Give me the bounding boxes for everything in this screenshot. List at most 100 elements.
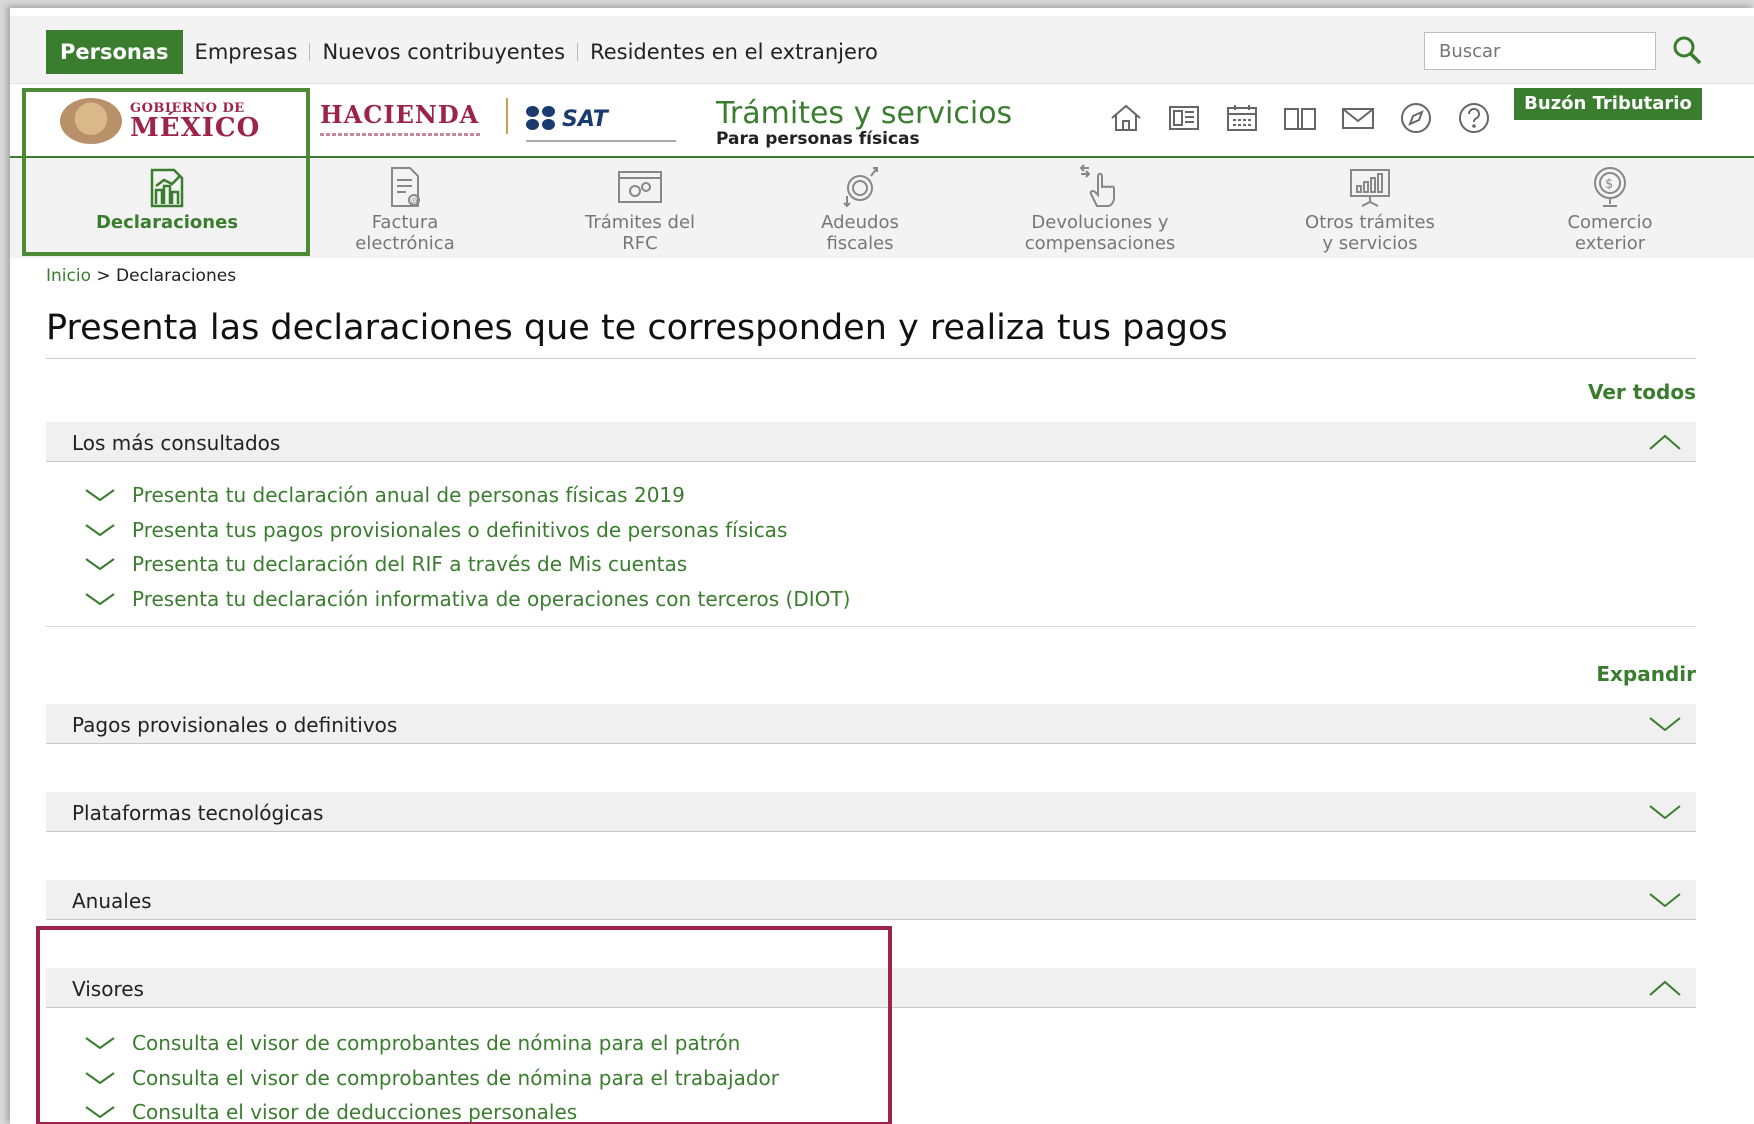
gobierno-mexico-logo[interactable]: GOBIERNO DE MÉXICO: [60, 96, 310, 146]
audience-tabs: Personas Empresas Nuevos contribuyentes …: [46, 30, 890, 74]
adeudos-icon: [843, 167, 878, 208]
nav-label-line1: Declaraciones: [95, 212, 239, 233]
list-item[interactable]: Presenta tu declaración del RIF a través…: [84, 547, 850, 582]
compass-icon[interactable]: [1398, 100, 1434, 136]
chevron-down-icon: [85, 1071, 115, 1084]
accordion-mas-consultados[interactable]: Los más consultados: [46, 422, 1696, 462]
otros-icon: [1350, 169, 1390, 207]
list-item[interactable]: Consulta el visor de comprobantes de nóm…: [84, 1026, 779, 1061]
list-item-link[interactable]: Presenta tu declaración del RIF a través…: [132, 552, 687, 576]
factura-icon: @: [391, 167, 420, 207]
breadcrumb-home-link[interactable]: Inicio: [46, 266, 91, 286]
nav-label-line2: compensaciones: [1024, 233, 1176, 254]
list-item[interactable]: Presenta tus pagos provisionales o defin…: [84, 513, 850, 548]
list-item[interactable]: Consulta el visor de comprobantes de nóm…: [84, 1061, 779, 1096]
chevron-down-icon[interactable]: [1648, 714, 1682, 734]
site-header: GOBIERNO DE MÉXICO HACIENDA SAT Trámites…: [10, 84, 1754, 158]
nav-item-declaraciones[interactable]: Declaraciones: [52, 158, 282, 258]
chevron-up-icon[interactable]: [1648, 978, 1682, 998]
nav-item-adeudos[interactable]: Adeudos fiscales: [770, 158, 950, 258]
nav-label-line2: exterior: [1574, 233, 1646, 254]
nav-item-factura[interactable]: @ Factura electrónica: [300, 158, 510, 258]
sat-dots-icon: [526, 106, 560, 132]
nav-label-line1: Factura: [371, 212, 439, 233]
list-item-link[interactable]: Presenta tu declaración anual de persona…: [132, 483, 685, 507]
declaraciones-icon: [150, 168, 184, 208]
mail-icon[interactable]: [1340, 100, 1376, 136]
sat-logo-text: SAT: [562, 106, 608, 132]
chevron-down-icon: [85, 558, 115, 571]
site-subtitle: Para personas físicas: [716, 129, 920, 149]
audience-bar: Personas Empresas Nuevos contribuyentes …: [10, 16, 1754, 84]
page-title: Presenta las declaraciones que te corres…: [46, 308, 1696, 359]
nav-label-line1: Adeudos: [821, 212, 899, 233]
list-item-link[interactable]: Presenta tu declaración informativa de o…: [132, 587, 850, 611]
section-divider: [46, 626, 1696, 627]
list-item[interactable]: Consulta el visor de deducciones persona…: [84, 1095, 779, 1124]
accordion-visores[interactable]: Visores: [46, 968, 1696, 1008]
nav-label-line1: Devoluciones y: [1031, 212, 1169, 233]
accordion-title: Los más consultados: [72, 431, 281, 455]
nav-label-line1: Comercio: [1567, 212, 1653, 233]
help-icon[interactable]: [1456, 100, 1492, 136]
nav-label-line2: fiscales: [826, 233, 894, 254]
site-title: Trámites y servicios: [716, 96, 1013, 131]
comercio-icon: $: [1594, 167, 1626, 207]
hacienda-logo-subline: [320, 133, 480, 136]
expandir-link[interactable]: Expandir: [1596, 662, 1696, 686]
sat-logo[interactable]: SAT: [526, 106, 676, 142]
nav-label-line2: y servicios: [1322, 233, 1418, 254]
hacienda-logo[interactable]: HACIENDA: [320, 100, 480, 136]
accordion-anuales[interactable]: Anuales: [46, 880, 1696, 920]
nav-item-otros[interactable]: Otros trámites y servicios: [1260, 158, 1480, 258]
visores-list: Consulta el visor de comprobantes de nóm…: [84, 1026, 779, 1124]
chevron-down-icon: [85, 1106, 115, 1119]
chevron-down-icon[interactable]: [1648, 890, 1682, 910]
nav-item-tramites-rfc[interactable]: Trámites del RFC: [530, 158, 750, 258]
nav-item-devoluciones[interactable]: Devoluciones y compensaciones: [980, 158, 1220, 258]
search-input[interactable]: [1424, 32, 1656, 70]
newspaper-icon[interactable]: [1166, 100, 1202, 136]
logo-divider: [506, 98, 508, 134]
accordion-title: Pagos provisionales o definitivos: [72, 713, 398, 737]
list-item[interactable]: Presenta tu declaración anual de persona…: [84, 478, 850, 513]
list-item[interactable]: Presenta tu declaración informativa de o…: [84, 582, 850, 617]
accordion-plataformas[interactable]: Plataformas tecnológicas: [46, 792, 1696, 832]
nav-label-line2: electrónica: [355, 233, 455, 254]
chevron-down-icon: [85, 489, 115, 502]
accordion-pagos-provisionales[interactable]: Pagos provisionales o definitivos: [46, 704, 1696, 744]
book-icon[interactable]: [1282, 100, 1318, 136]
nav-item-comercio[interactable]: $ Comercio exterior: [1510, 158, 1710, 258]
search-icon[interactable]: [1670, 33, 1704, 67]
chevron-up-icon[interactable]: [1648, 432, 1682, 452]
rfc-icon: [618, 171, 662, 203]
tab-residentes-extranjero[interactable]: Residentes en el extranjero: [578, 30, 890, 74]
list-item-link[interactable]: Consulta el visor de deducciones persona…: [132, 1100, 577, 1124]
breadcrumb-current: Declaraciones: [116, 266, 237, 286]
list-item-link[interactable]: Consulta el visor de comprobantes de nóm…: [132, 1066, 779, 1090]
list-item-link[interactable]: Presenta tus pagos provisionales o defin…: [132, 518, 787, 542]
tab-personas[interactable]: Personas: [46, 30, 183, 74]
svg-text:@: @: [411, 196, 419, 205]
nav-label-line2: RFC: [622, 233, 658, 254]
page-frame: Personas Empresas Nuevos contribuyentes …: [10, 8, 1754, 1124]
ver-todos-link[interactable]: Ver todos: [1588, 380, 1696, 404]
site-title-block: Trámites y servicios Para personas físic…: [716, 96, 1012, 149]
svg-text:$: $: [1605, 177, 1613, 192]
calendar-icon[interactable]: [1224, 100, 1260, 136]
tab-empresas[interactable]: Empresas: [183, 30, 310, 74]
buzon-tributario-button[interactable]: Buzón Tributario: [1514, 88, 1702, 120]
hacienda-logo-text: HACIENDA: [320, 100, 480, 129]
seal-icon: [60, 98, 122, 144]
list-item-link[interactable]: Consulta el visor de comprobantes de nóm…: [132, 1031, 740, 1055]
nav-label-line1: Otros trámites: [1305, 212, 1435, 233]
home-icon[interactable]: [1108, 100, 1144, 136]
tab-nuevos-contribuyentes[interactable]: Nuevos contribuyentes: [310, 30, 577, 74]
chevron-down-icon: [85, 592, 115, 605]
mas-consultados-list: Presenta tu declaración anual de persona…: [84, 478, 850, 616]
nav-label-line1: Trámites del: [584, 212, 696, 233]
chevron-down-icon: [85, 523, 115, 536]
chevron-down-icon: [85, 1037, 115, 1050]
chevron-down-icon[interactable]: [1648, 802, 1682, 822]
breadcrumb-separator: >: [96, 266, 111, 286]
